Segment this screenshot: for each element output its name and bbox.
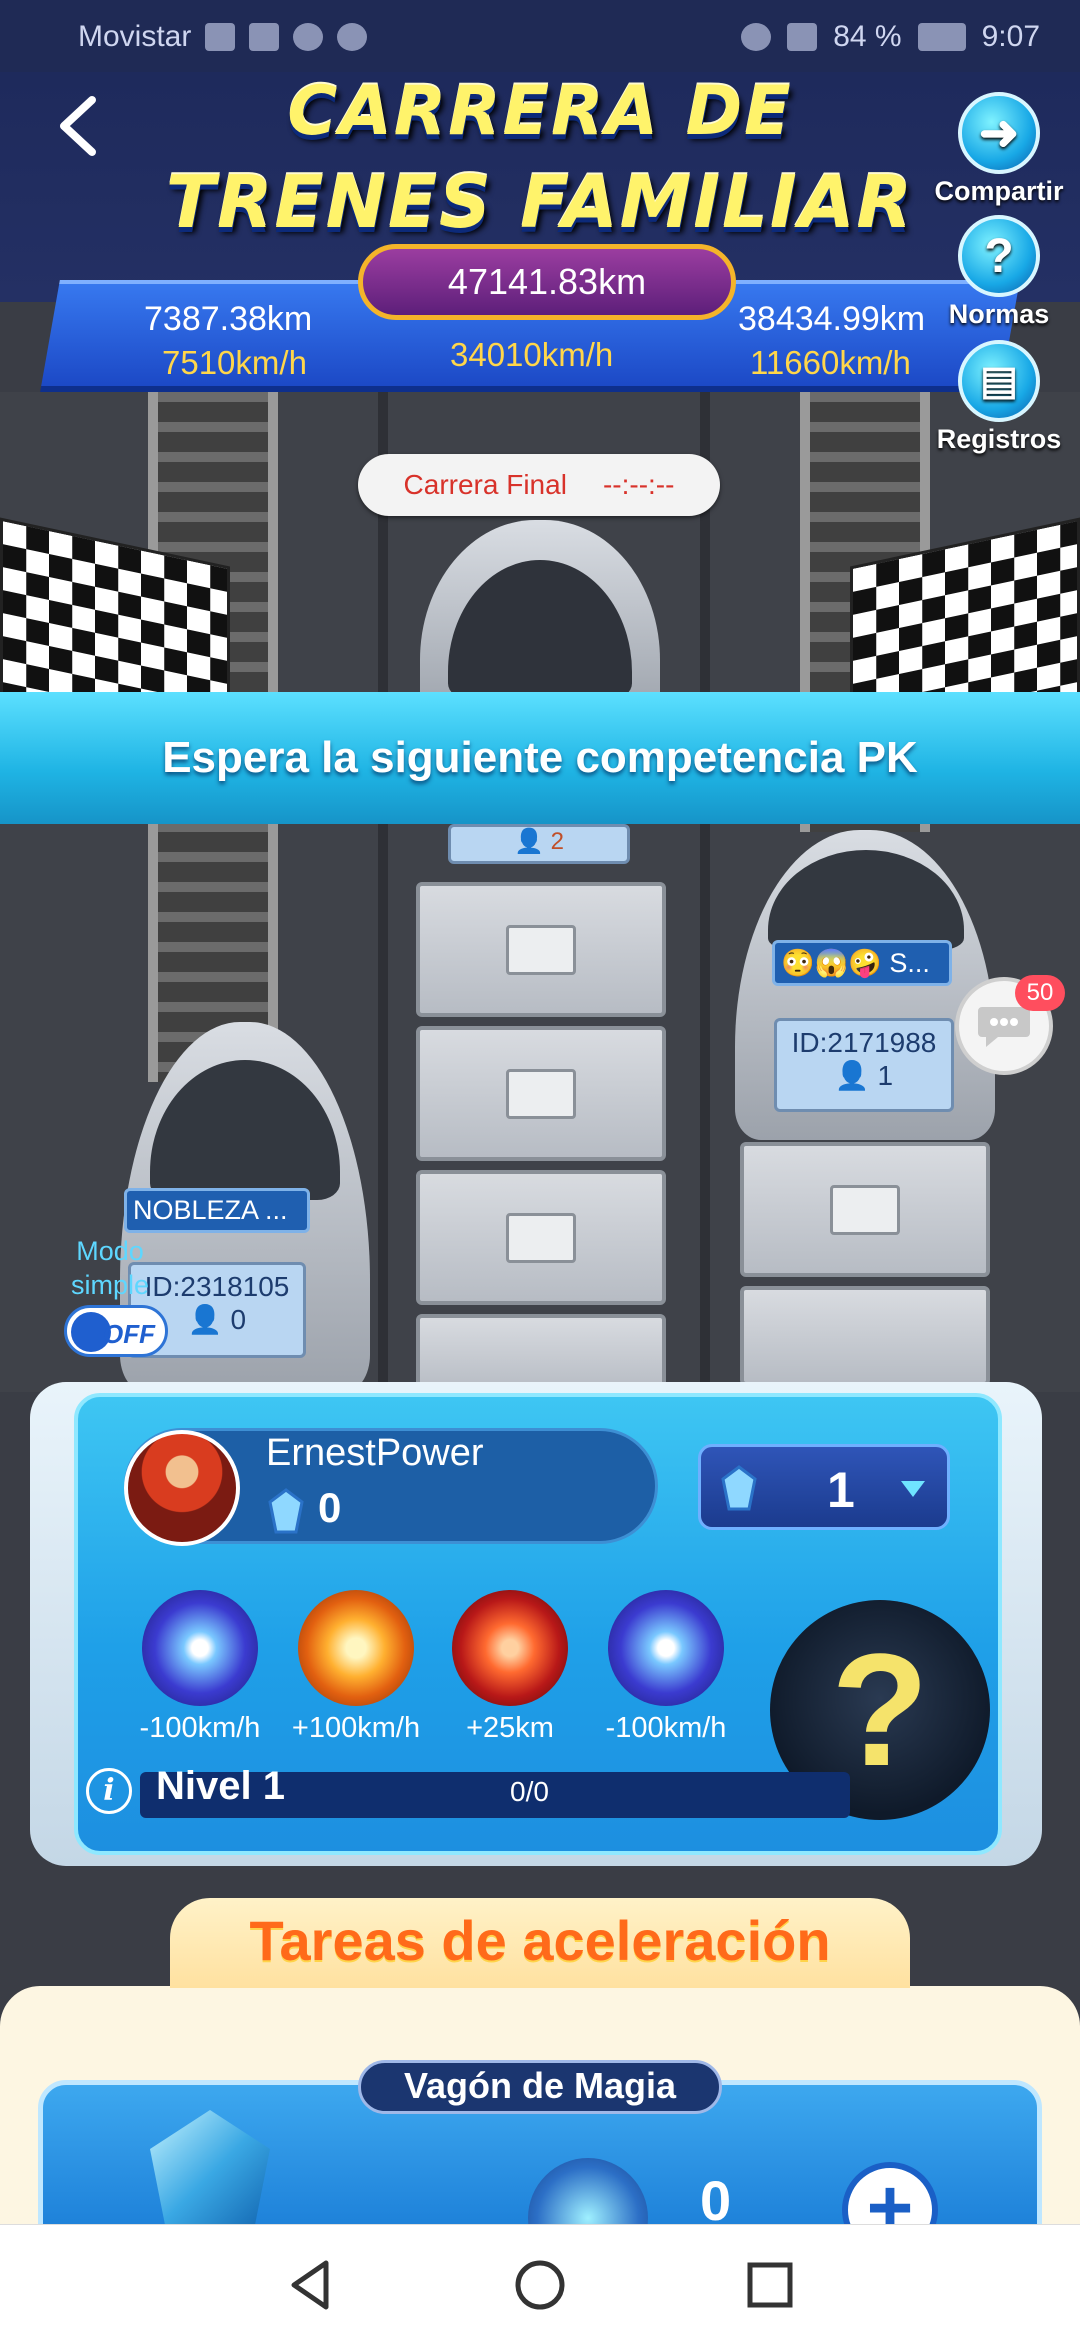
signal-icon — [205, 23, 236, 51]
left-team-distance: 7387.38km — [144, 300, 313, 338]
wifi-icon — [249, 23, 280, 51]
nav-home-icon[interactable] — [510, 2255, 570, 2315]
share-button[interactable]: ➜ Compartir — [924, 92, 1074, 207]
power-label: +25km — [466, 1712, 554, 1744]
magic-wagon-label: Vagón de Magia — [358, 2060, 722, 2114]
red-tornado-icon[interactable] — [452, 1590, 568, 1706]
question-icon: ? — [958, 215, 1040, 297]
messenger-icon — [337, 23, 368, 51]
blue-star-burst-icon[interactable] — [608, 1590, 724, 1706]
right-team-distance: 38434.99km — [738, 300, 926, 338]
power-label: +100km/h — [291, 1712, 421, 1744]
alarm-icon — [741, 23, 772, 51]
info-icon[interactable]: i — [86, 1768, 132, 1814]
level-label: Nivel 1 — [156, 1764, 285, 1808]
right-train-plate: ID:2171988 👤 1 — [774, 1018, 954, 1112]
share-label: Compartir — [934, 176, 1064, 206]
tasks-title: Tareas de aceleración — [249, 1909, 831, 1972]
level-progress-text: 0/0 — [510, 1776, 549, 1807]
whatsapp-icon — [293, 23, 324, 51]
center-train-plate: 👤 2 — [448, 824, 630, 864]
page-title-line1: CARRERA DE — [287, 72, 793, 151]
train-car — [416, 882, 666, 1017]
simple-mode-label: Modo simple — [70, 1236, 150, 1300]
train-car — [740, 1142, 990, 1277]
share-arrow-icon: ➜ — [958, 92, 1040, 174]
power-label: -100km/h — [605, 1712, 727, 1744]
train-car — [416, 1026, 666, 1161]
user-gem-count: 0 — [318, 1484, 342, 1531]
nav-recents-icon[interactable] — [740, 2255, 800, 2315]
orange-burst-icon[interactable] — [298, 1590, 414, 1706]
toggle-state: OFF — [103, 1319, 155, 1349]
records-button[interactable]: ▤ Registros — [924, 340, 1074, 455]
carrier-label: Movistar — [78, 20, 192, 53]
track-divider — [378, 392, 388, 1392]
right-train-id: ID:2171988 — [791, 1027, 937, 1058]
final-race-pill: Carrera Final --:--:-- — [358, 454, 720, 516]
document-icon: ▤ — [958, 340, 1040, 422]
waiting-banner: Espera la siguiente competencia PK — [0, 692, 1080, 824]
gem-select-value: 1 — [827, 1462, 855, 1518]
train-car — [416, 1170, 666, 1305]
user-small-icon: 👤 — [514, 828, 544, 855]
chevron-down-icon — [901, 1481, 925, 1497]
clock: 9:07 — [981, 20, 1040, 53]
nav-back-icon[interactable] — [280, 2255, 340, 2315]
battery-percent: 84 % — [833, 20, 902, 53]
user-small-icon: 👤 — [187, 1304, 223, 1335]
user-small-icon: 👤 — [834, 1060, 870, 1091]
track-divider — [700, 392, 710, 1392]
right-team-speed: 11660km/h — [750, 344, 911, 381]
final-race-countdown: --:--:-- — [602, 469, 675, 500]
page-title-line2: TRENES FAMILIAR — [166, 160, 914, 244]
blue-star-burst-icon[interactable] — [142, 1590, 258, 1706]
avatar[interactable] — [124, 1430, 240, 1546]
rules-button[interactable]: ? Normas — [924, 215, 1074, 330]
status-bar: Movistar 84 % 9:07 — [0, 0, 1080, 72]
left-team-speed: 7510km/h — [162, 344, 307, 381]
center-team-speed: 34010km/h — [450, 336, 614, 373]
gem-icon — [721, 1465, 757, 1511]
left-train-members: 0 — [230, 1304, 247, 1335]
right-train-name: 😳😱🤪 S... — [772, 940, 952, 986]
system-nav-bar — [0, 2224, 1080, 2340]
left-train-name: NOBLEZA ... — [124, 1188, 310, 1233]
mute-icon — [787, 23, 818, 51]
total-distance-pill: 47141.83km — [358, 244, 736, 320]
power-label: -100km/h — [139, 1712, 261, 1744]
gem-icon — [268, 1488, 304, 1534]
chat-unread-badge: 50 — [1015, 975, 1065, 1011]
center-train-members: 2 — [550, 828, 564, 855]
rules-label: Normas — [948, 299, 1050, 329]
train-car — [740, 1286, 990, 1386]
username: ErnestPower — [266, 1432, 484, 1474]
simple-mode-toggle[interactable]: OFF — [64, 1305, 168, 1357]
gem-amount-select[interactable]: 1 — [698, 1444, 950, 1530]
battery-icon — [917, 23, 966, 51]
right-train-members: 1 — [877, 1060, 894, 1091]
records-label: Registros — [936, 424, 1062, 454]
final-race-label: Carrera Final — [403, 469, 567, 500]
